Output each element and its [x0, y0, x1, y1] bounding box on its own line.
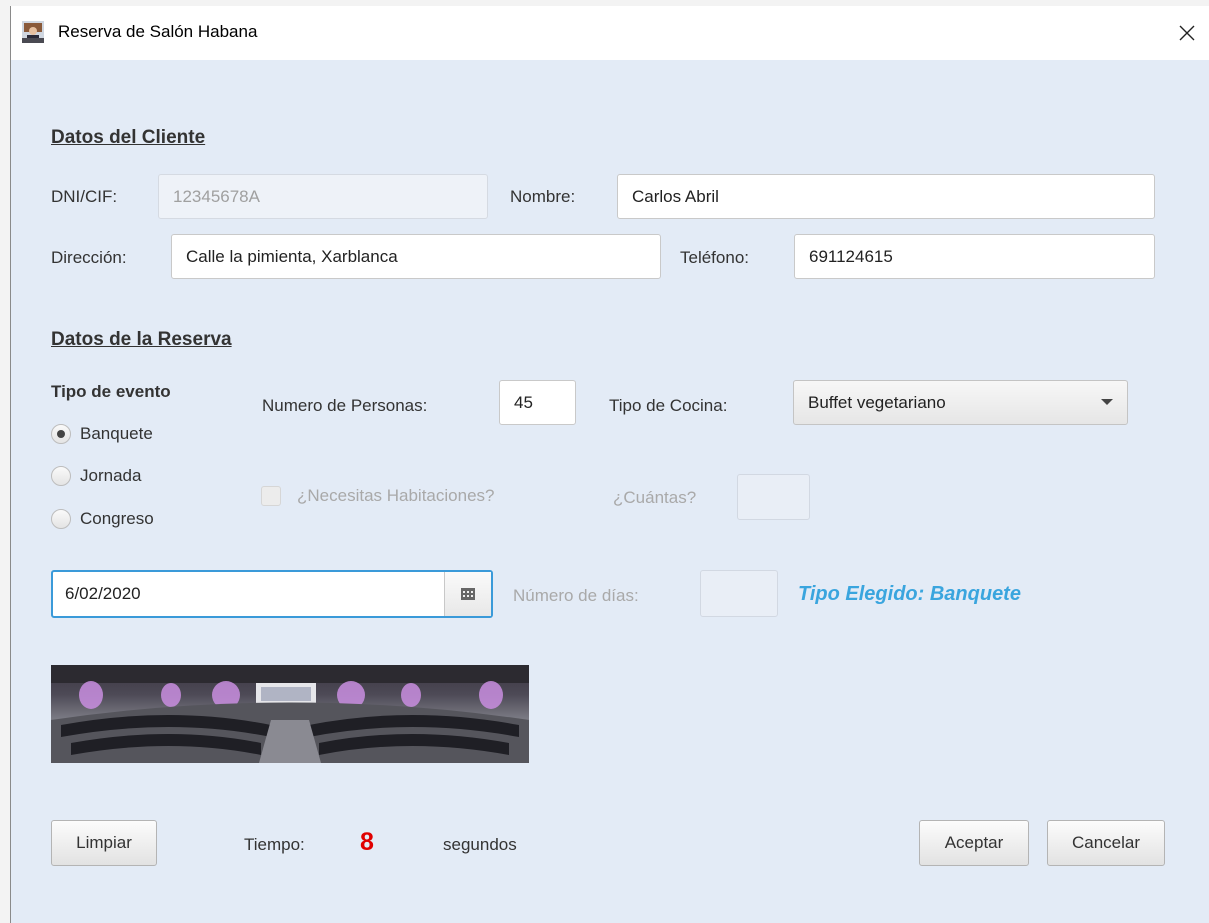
event-type-label: Tipo de evento: [51, 382, 171, 401]
time-unit: segundos: [443, 835, 517, 854]
radio-button[interactable]: [51, 509, 71, 529]
direccion-field[interactable]: Calle la pimienta, Xarblanca: [171, 234, 661, 279]
client-section-title: Datos del Cliente: [51, 127, 206, 148]
cocina-label: Tipo de Cocina:: [609, 396, 728, 415]
personas-label: Numero de Personas:: [262, 396, 428, 415]
cancel-button[interactable]: Cancelar: [1047, 820, 1165, 866]
radio-label: Jornada: [80, 466, 142, 485]
dias-label: Número de días:: [513, 586, 639, 605]
radio-banquete[interactable]: Banquete: [51, 424, 153, 444]
time-label: Tiempo:: [244, 835, 305, 854]
checkbox-box: [261, 486, 281, 506]
radio-jornada[interactable]: Jornada: [51, 466, 141, 486]
date-input[interactable]: 6/02/2020: [65, 572, 141, 616]
date-picker[interactable]: 6/02/2020: [51, 570, 493, 618]
calendar-button[interactable]: [444, 572, 491, 616]
dias-field: [700, 570, 778, 617]
radio-congreso[interactable]: Congreso: [51, 509, 154, 529]
chosen-type-text: Tipo Elegido: Banquete: [798, 583, 1021, 605]
habitaciones-label: ¿Necesitas Habitaciones?: [297, 486, 495, 505]
reservation-window: Reserva de Salón Habana Datos del Client…: [10, 6, 1209, 923]
nombre-field[interactable]: Carlos Abril: [617, 174, 1155, 219]
radio-label: Congreso: [80, 509, 154, 528]
title-bar: Reserva de Salón Habana: [11, 6, 1209, 60]
cuantas-field: [737, 474, 810, 520]
personas-field[interactable]: 45: [499, 380, 576, 425]
radio-button[interactable]: [51, 424, 71, 444]
close-icon: [1179, 25, 1195, 41]
salon-photo-illustration: [51, 665, 529, 763]
cocina-selected-value: Buffet vegetariano: [808, 392, 946, 412]
chevron-down-icon: [1101, 399, 1113, 405]
accept-button[interactable]: Aceptar: [919, 820, 1029, 866]
dni-label: DNI/CIF:: [51, 187, 118, 206]
window-title: Reserva de Salón Habana: [58, 22, 258, 41]
hotel-receptionist-icon: [22, 21, 44, 43]
reservation-section-title: Datos de la Reserva: [51, 329, 232, 350]
cuantas-label: ¿Cuántas?: [613, 488, 697, 507]
cocina-select[interactable]: Buffet vegetariano: [793, 380, 1128, 425]
habitaciones-checkbox: ¿Necesitas Habitaciones?: [261, 486, 494, 506]
radio-button[interactable]: [51, 466, 71, 486]
radio-label: Banquete: [80, 424, 153, 443]
time-value: 8: [360, 828, 374, 856]
telefono-label: Teléfono:: [680, 248, 749, 267]
nombre-label: Nombre:: [510, 187, 576, 206]
telefono-field[interactable]: 691124615: [794, 234, 1155, 279]
direccion-label: Dirección:: [51, 248, 127, 267]
clear-button[interactable]: Limpiar: [51, 820, 157, 866]
dni-field: 12345678A: [158, 174, 488, 219]
calendar-icon: [461, 588, 475, 600]
salon-photo: [51, 665, 529, 763]
close-button[interactable]: [1164, 6, 1209, 60]
